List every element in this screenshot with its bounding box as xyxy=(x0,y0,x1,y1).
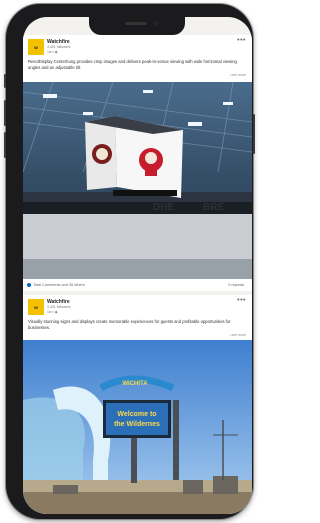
see-more-link[interactable]: ...see more xyxy=(23,331,252,339)
company-logo[interactable]: W xyxy=(28,299,44,315)
mute-switch xyxy=(4,74,6,88)
post-image-arena[interactable]: DHE BRE xyxy=(23,82,252,279)
like-icon xyxy=(27,283,31,287)
follower-count: 4,421 followers xyxy=(47,305,71,309)
post-header: W Watchfire 4,421 followers 1w • ◉ ••• xyxy=(23,35,252,57)
phone-screen: W Watchfire 4,421 followers 1w • ◉ ••• R… xyxy=(23,17,252,514)
svg-text:BRE: BRE xyxy=(203,202,224,213)
post-caption: ResolDisplay Centerhung provides crisp i… xyxy=(28,59,237,70)
reactions-bar[interactable]: Total Comments and 35 others 5 reposts xyxy=(23,279,252,291)
feed-post[interactable]: W Watchfire 4,421 followers 1w • ◉ ••• V… xyxy=(23,295,252,514)
front-camera xyxy=(153,21,158,26)
follower-count: 4,421 followers xyxy=(47,45,71,49)
power-button[interactable] xyxy=(253,114,255,154)
volume-up-button[interactable] xyxy=(4,100,6,126)
svg-text:DHE: DHE xyxy=(153,202,174,213)
post-header: W Watchfire 4,421 followers 1w • ◉ ••• xyxy=(23,295,252,317)
post-time: 1w • ◉ xyxy=(47,50,58,54)
notch xyxy=(89,17,185,35)
post-caption: Visually stunning signs and displays cre… xyxy=(28,319,231,330)
sign-arch-text: WICHITA xyxy=(122,381,148,387)
post-image-sign[interactable]: WICHITA Welcome to the Wildernes xyxy=(23,340,252,514)
volume-down-button[interactable] xyxy=(4,132,6,158)
sign-line-1: Welcome to xyxy=(117,411,156,418)
company-logo[interactable]: W xyxy=(28,39,44,55)
feed-post[interactable]: W Watchfire 4,421 followers 1w • ◉ ••• R… xyxy=(23,35,252,291)
phone-frame: W Watchfire 4,421 followers 1w • ◉ ••• R… xyxy=(4,4,255,519)
logo-text: W xyxy=(34,304,38,310)
more-options-icon[interactable]: ••• xyxy=(237,297,246,304)
see-more-link[interactable]: ...see more xyxy=(23,71,252,79)
logo-text: W xyxy=(34,44,38,50)
reaction-count[interactable]: Total Comments and 35 others xyxy=(33,283,85,287)
sign-line-2: the Wildernes xyxy=(114,421,160,428)
post-time: 1w • ◉ xyxy=(47,310,58,314)
more-options-icon[interactable]: ••• xyxy=(237,37,246,44)
repost-count[interactable]: 5 reposts xyxy=(228,283,244,287)
speaker-grille xyxy=(125,22,147,25)
